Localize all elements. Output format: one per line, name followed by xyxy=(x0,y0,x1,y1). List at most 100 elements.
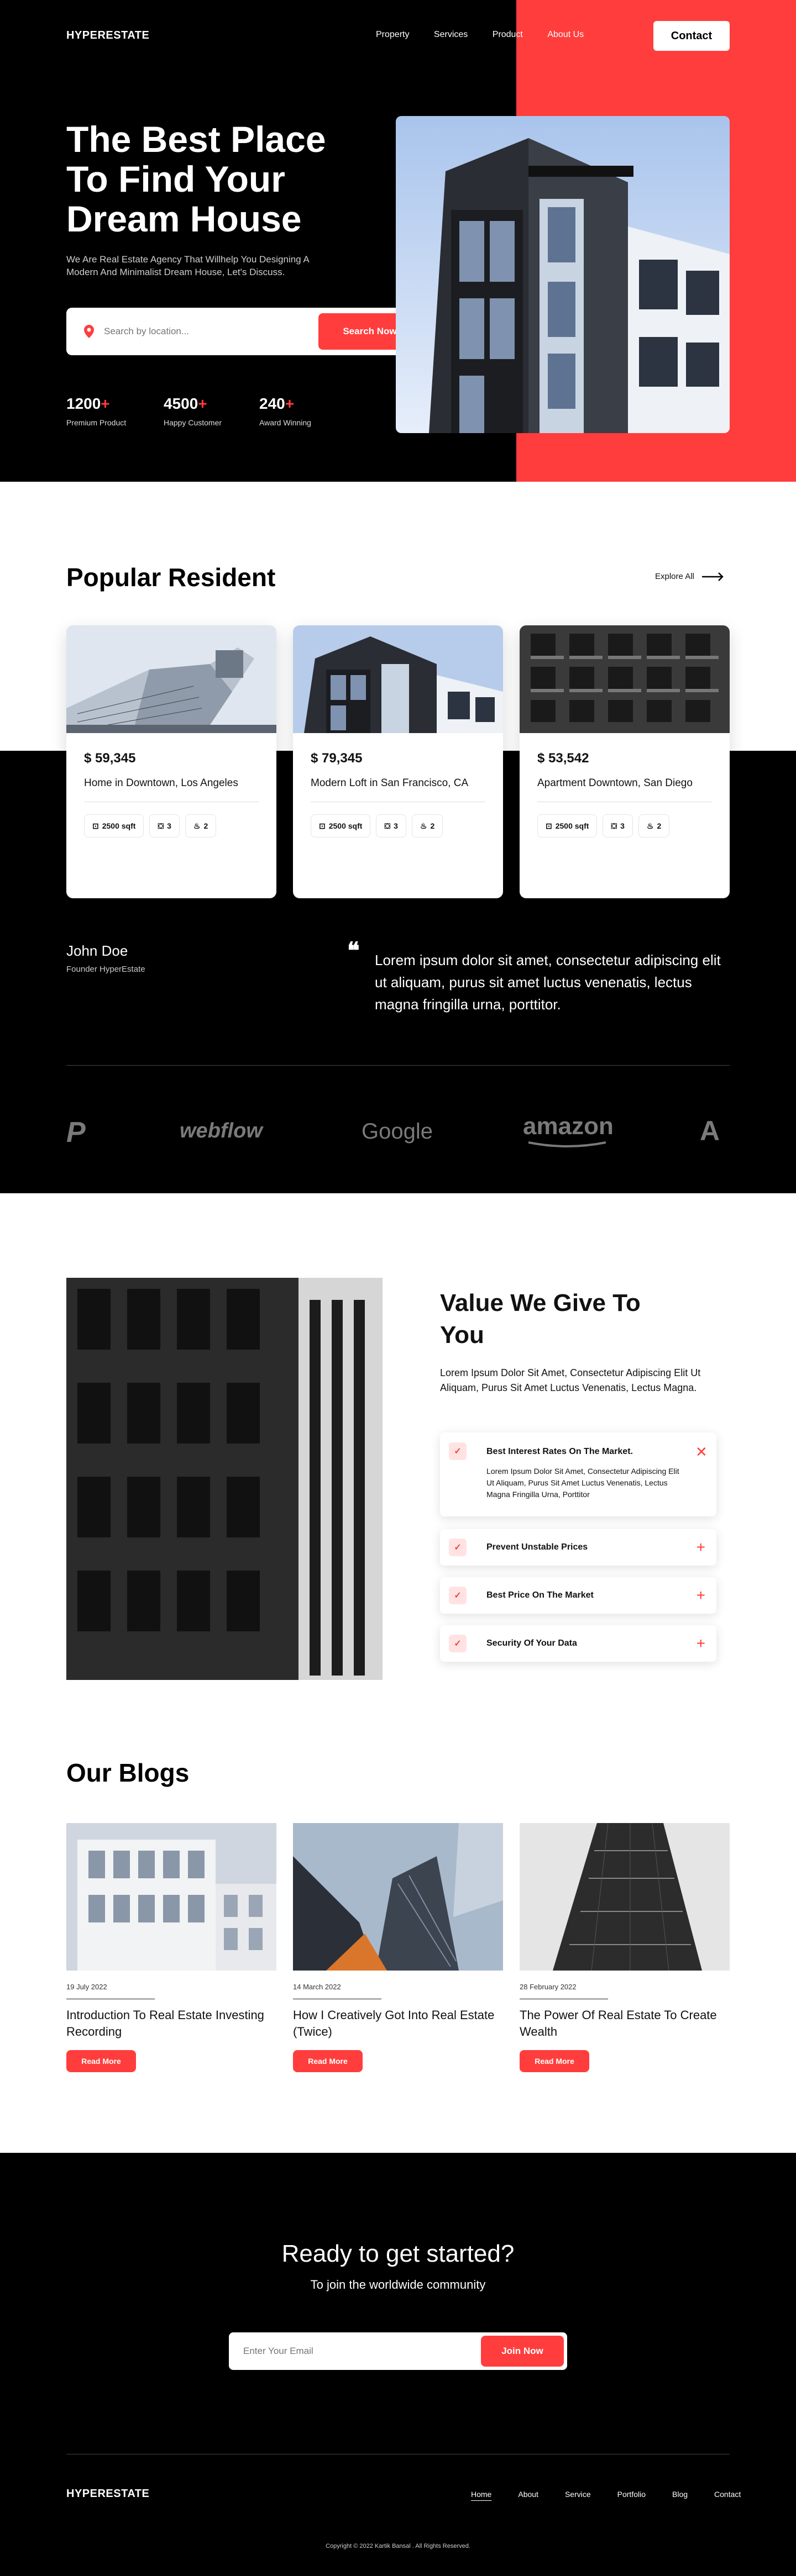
logo[interactable]: HYPERESTATE xyxy=(66,29,149,42)
hero-title: The Best Place To Find Your Dream House xyxy=(66,119,326,239)
plus-icon[interactable]: + xyxy=(696,1588,705,1603)
adobe-logo: A xyxy=(700,1115,720,1146)
hero-building-image xyxy=(396,116,730,433)
divider xyxy=(66,1065,730,1066)
stat-happy-customer: 4500+ Happy Customer xyxy=(164,395,222,427)
bath-value: 2 xyxy=(203,821,208,830)
testimonial-quote: Lorem ipsum dolor sit amet, consectetur … xyxy=(375,952,721,1013)
bed-icon: ⛋ xyxy=(384,821,391,830)
footer-nav-blog[interactable]: Blog xyxy=(672,2490,688,2499)
footer-nav: Home About Service Portfolio Blog Contac… xyxy=(444,2490,741,2499)
read-more-button[interactable]: Read More xyxy=(293,2050,363,2072)
blog-card[interactable]: 19 July 2022 Introduction To Real Estate… xyxy=(66,1823,276,2072)
value-item-body: Lorem Ipsum Dolor Sit Amet, Consectetur … xyxy=(486,1467,679,1499)
nav-about-us[interactable]: About Us xyxy=(547,30,584,39)
value-item[interactable]: ✓ Prevent Unstable Prices + xyxy=(440,1529,716,1566)
blog-date: 28 February 2022 xyxy=(520,1983,577,1991)
value-description: Lorem Ipsum Dolor Sit Amet, Consectetur … xyxy=(440,1367,701,1393)
footer-nav-about[interactable]: About xyxy=(518,2490,538,2499)
value-item-open[interactable]: ✓ Best Interest Rates On The Market. ✕ L… xyxy=(440,1432,716,1516)
property-card[interactable]: $ 79,345 Modern Loft in San Francisco, C… xyxy=(293,625,503,898)
main-nav: Property Services Product About Us xyxy=(354,30,584,40)
amazon-smile-icon xyxy=(528,1141,606,1147)
stat-label: Premium Product xyxy=(66,418,127,427)
bed-tag: ⛋ 3 xyxy=(603,814,633,837)
stat-award-winning: 240+ Award Winning xyxy=(259,395,311,427)
hero-subtitle: We Are Real Estate Agency That Willhelp … xyxy=(66,254,309,277)
bath-tag: ♨ 2 xyxy=(411,814,443,837)
read-more-button[interactable]: Read More xyxy=(66,2050,136,2072)
area-tag: ⊡ 2500 sqft xyxy=(537,814,598,837)
bath-icon: ♨ xyxy=(420,821,427,830)
footer-nav-home[interactable]: Home xyxy=(471,2490,491,2499)
stat-value: 240 xyxy=(259,395,285,412)
blog-card[interactable]: 28 February 2022 The Power Of Real Estat… xyxy=(520,1823,730,2072)
bed-tag: ⛋ 3 xyxy=(376,814,406,837)
cta-title: Ready to get started? xyxy=(281,2240,515,2267)
nav-product[interactable]: Product xyxy=(493,30,523,39)
property-price: $ 59,345 xyxy=(84,751,136,766)
area-value: 2500 sqft xyxy=(102,821,136,830)
blog-date: 14 March 2022 xyxy=(293,1983,341,1991)
area-icon: ⊡ xyxy=(319,821,326,830)
google-logo: Google xyxy=(362,1119,433,1144)
stat-value: 1200 xyxy=(66,395,101,412)
value-item[interactable]: ✓ Security Of Your Data + xyxy=(440,1625,716,1662)
blog-image xyxy=(293,1823,503,1971)
nav-property[interactable]: Property xyxy=(376,30,409,39)
blog-title[interactable]: The Power Of Real Estate To Create Wealt… xyxy=(520,2007,730,2040)
nav-services[interactable]: Services xyxy=(434,30,468,39)
footer-nav-portfolio[interactable]: Portfolio xyxy=(617,2490,646,2499)
bed-value: 3 xyxy=(620,821,625,830)
bed-value: 3 xyxy=(394,821,398,830)
footer-nav-service[interactable]: Service xyxy=(565,2490,591,2499)
area-value: 2500 sqft xyxy=(328,821,363,830)
explore-all-link[interactable]: Explore All xyxy=(655,572,724,581)
blog-date: 19 July 2022 xyxy=(66,1983,107,1991)
value-item[interactable]: ✓ Best Price On The Market + xyxy=(440,1577,716,1614)
contact-button[interactable]: Contact xyxy=(653,21,730,51)
hero-section: HYPERESTATE Property Services Product Ab… xyxy=(0,0,796,482)
blog-card[interactable]: 14 March 2022 How I Creatively Got Into … xyxy=(293,1823,503,2072)
blog-image xyxy=(520,1823,730,1971)
property-card[interactable]: $ 59,345 Home in Downtown, Los Angeles ⊡… xyxy=(66,625,276,898)
plus-icon[interactable]: + xyxy=(696,1540,705,1555)
quote-icon: ❝ xyxy=(347,937,360,963)
bed-value: 3 xyxy=(167,821,171,830)
footer-nav-contact[interactable]: Contact xyxy=(714,2490,741,2499)
footer-logo[interactable]: HYPERESTATE xyxy=(66,2488,149,2500)
search-bar: Search Now xyxy=(66,308,427,355)
blog-title[interactable]: How I Creatively Got Into Real Estate (T… xyxy=(293,2007,503,2040)
area-icon: ⊡ xyxy=(92,821,99,830)
email-form: Join Now xyxy=(229,2332,567,2370)
close-icon[interactable]: ✕ xyxy=(695,1444,708,1461)
join-now-button[interactable]: Join Now xyxy=(481,2336,564,2367)
amazon-logo: amazon xyxy=(523,1113,614,1140)
bath-tag: ♨ 2 xyxy=(638,814,670,837)
property-image xyxy=(66,625,276,733)
area-tag: ⊡ 2500 sqft xyxy=(84,814,144,837)
location-pin-icon xyxy=(83,325,95,338)
blog-title[interactable]: Introduction To Real Estate Investing Re… xyxy=(66,2007,276,2040)
stat-label: Award Winning xyxy=(259,418,311,427)
value-item-title: Best Interest Rates On The Market. xyxy=(486,1447,633,1456)
property-card[interactable]: $ 53,542 Apartment Downtown, San Diego ⊡… xyxy=(520,625,730,898)
property-price: $ 53,542 xyxy=(537,751,589,766)
read-more-button[interactable]: Read More xyxy=(520,2050,589,2072)
check-icon: ✓ xyxy=(449,1539,467,1556)
property-name: Modern Loft in San Francisco, CA xyxy=(311,777,469,789)
bed-icon: ⛋ xyxy=(158,821,164,830)
email-input[interactable] xyxy=(243,2342,453,2360)
bath-icon: ♨ xyxy=(646,821,654,830)
bed-tag: ⛋ 3 xyxy=(149,814,180,837)
property-image xyxy=(520,625,730,733)
cta-footer-section: Ready to get started? To join the worldw… xyxy=(0,2153,796,2576)
explore-all-label: Explore All xyxy=(655,572,694,581)
check-icon: ✓ xyxy=(449,1587,467,1604)
location-search-input[interactable] xyxy=(104,326,303,337)
plus-icon[interactable]: + xyxy=(696,1636,705,1651)
cta-subtitle: To join the worldwide community xyxy=(310,2278,486,2291)
stat-suffix: + xyxy=(285,395,295,412)
copyright-text: Copyright © 2022 Kartik Bansal . All Rig… xyxy=(326,2543,470,2549)
blogs-title: Our Blogs xyxy=(66,1758,190,1787)
